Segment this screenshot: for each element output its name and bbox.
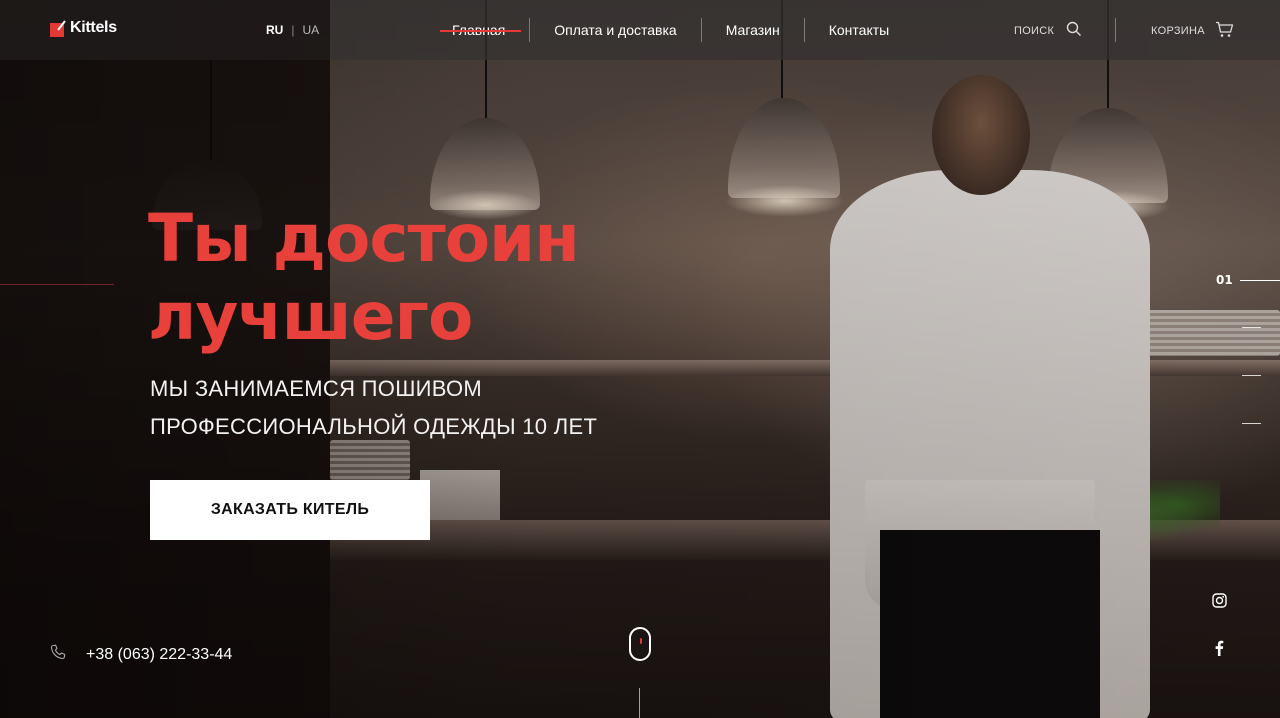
language-switcher: RU | UA bbox=[266, 23, 319, 37]
lang-ru[interactable]: RU bbox=[266, 23, 283, 37]
hero-subtitle-line-2: ПРОФЕССИОНАЛЬНОЙ ОДЕЖДЫ 10 ЛЕТ bbox=[150, 414, 598, 439]
site-header: Kittels RU | UA Главная Оплата и доставк… bbox=[0, 0, 1280, 60]
pager-dash-2[interactable] bbox=[1242, 327, 1261, 328]
mouse-wheel bbox=[640, 638, 642, 644]
lang-ua[interactable]: UA bbox=[302, 23, 319, 37]
hero-subtitle: МЫ ЗАНИМАЕМСЯ ПОШИВОМ ПРОФЕССИОНАЛЬНОЙ О… bbox=[150, 370, 597, 446]
nav-item-shop[interactable]: Магазин bbox=[702, 18, 804, 42]
facebook-icon[interactable] bbox=[1209, 638, 1229, 658]
decorative-line bbox=[0, 284, 114, 285]
instagram-icon[interactable] bbox=[1209, 590, 1229, 610]
cart-button[interactable]: КОРЗИНА bbox=[1151, 21, 1234, 41]
nav-item-payment-delivery[interactable]: Оплата и доставка bbox=[530, 18, 700, 42]
brand-name: Kittels bbox=[70, 19, 117, 36]
brand-logo[interactable]: Kittels bbox=[50, 17, 117, 39]
phone-contact[interactable]: +38 (063) 222-33-44 bbox=[50, 644, 232, 665]
nav-item-contacts[interactable]: Контакты bbox=[805, 18, 913, 42]
hero-title-line-2: лучшего bbox=[148, 278, 473, 355]
logo-mark-icon bbox=[50, 19, 67, 37]
main-nav: Главная Оплата и доставка Магазин Контак… bbox=[430, 18, 913, 42]
slide-number: 01 bbox=[1216, 273, 1233, 287]
cart-icon bbox=[1215, 21, 1234, 41]
nav-item-home[interactable]: Главная bbox=[430, 18, 529, 42]
phone-number: +38 (063) 222-33-44 bbox=[86, 645, 233, 663]
header-divider bbox=[1115, 18, 1116, 42]
pager-dash-3[interactable] bbox=[1242, 375, 1261, 376]
hero-title: Ты достоин лучшего bbox=[148, 200, 580, 356]
search-icon bbox=[1066, 21, 1082, 40]
lang-separator: | bbox=[291, 23, 295, 37]
cart-label: КОРЗИНА bbox=[1151, 25, 1205, 37]
pager-active-line[interactable] bbox=[1240, 280, 1280, 281]
order-kitel-button[interactable]: ЗАКАЗАТЬ КИТЕЛЬ bbox=[150, 480, 430, 540]
search-label: ПОИСК bbox=[1014, 24, 1055, 37]
search-button[interactable]: ПОИСК bbox=[1014, 21, 1082, 40]
mouse-scroll-icon[interactable] bbox=[629, 627, 651, 661]
phone-icon bbox=[50, 644, 66, 665]
hero-subtitle-line-1: МЫ ЗАНИМАЕМСЯ ПОШИВОМ bbox=[150, 376, 483, 401]
hero-title-line-1: Ты достоин bbox=[148, 200, 580, 277]
scroll-line bbox=[639, 688, 640, 718]
pager-dash-4[interactable] bbox=[1242, 423, 1261, 424]
hero-background-image bbox=[0, 0, 1280, 718]
